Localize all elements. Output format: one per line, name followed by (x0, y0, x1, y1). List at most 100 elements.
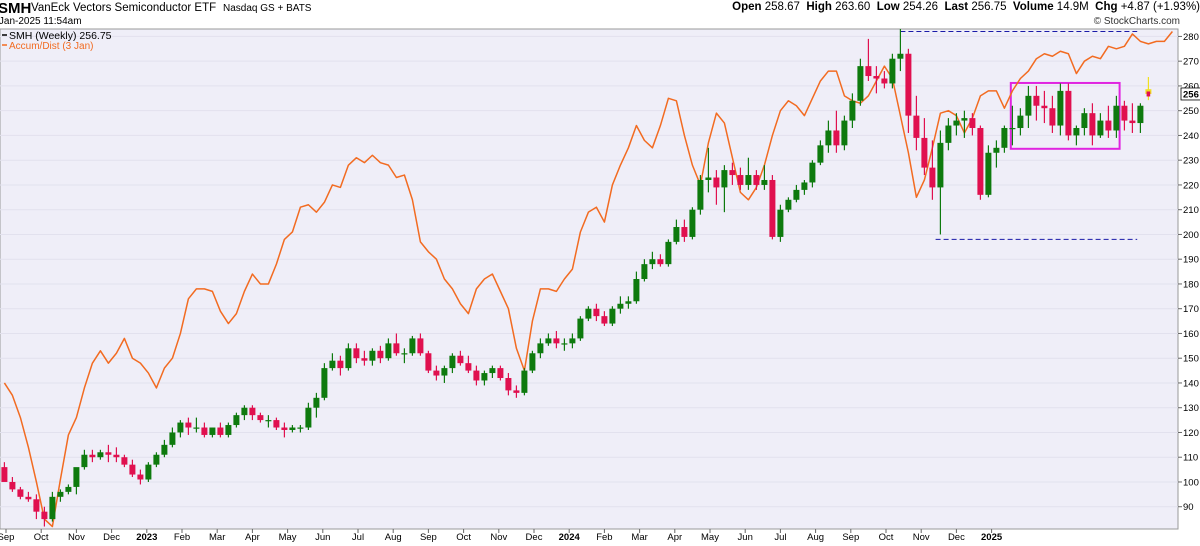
candle-body (441, 368, 448, 376)
x-tick-label: Feb (596, 532, 612, 543)
candle-body (241, 407, 248, 416)
x-tick-label: Jul (774, 532, 786, 543)
candle-body (417, 338, 424, 354)
candle-body (769, 179, 776, 237)
candle-body (449, 355, 456, 369)
candle-body (521, 370, 528, 393)
candle-body (473, 370, 480, 381)
candle-body (321, 368, 328, 398)
candle-body (81, 454, 88, 468)
candle-body (201, 427, 208, 435)
x-tick-label: Sep (420, 532, 437, 543)
candle-body (881, 78, 888, 84)
candle-body (193, 427, 200, 429)
candle-body (161, 444, 168, 455)
x-tick-label: Dec (103, 532, 120, 543)
candle-body (665, 241, 672, 265)
legend-ad: Accum/Dist (3 Jan) (9, 41, 93, 52)
candle-body (961, 118, 968, 121)
candle-body (921, 137, 928, 168)
candle-body (177, 422, 184, 433)
candle-body (809, 162, 816, 183)
candle-body (713, 177, 720, 188)
candle-body (577, 318, 584, 339)
candle-body (1033, 95, 1040, 106)
y-tick-label: 100 (1183, 477, 1199, 488)
candle-body (361, 358, 368, 361)
candle-body (673, 227, 680, 242)
candle-body (249, 407, 256, 416)
candle-body (33, 499, 40, 512)
x-tick-label: Nov (68, 532, 85, 543)
candle-body (985, 152, 992, 195)
x-tick-label: Aug (385, 532, 402, 543)
candle-up (521, 368, 528, 396)
candle-body (561, 343, 568, 345)
candle-body (953, 120, 960, 126)
candle-body (65, 486, 72, 492)
candle-body (297, 427, 304, 429)
last-price-tag-label: 256 (1183, 89, 1199, 100)
candle-body (873, 76, 880, 79)
candle-body (593, 308, 600, 317)
candle-body (145, 464, 152, 480)
candle-body (1065, 90, 1072, 136)
candle-body (257, 415, 264, 421)
x-tick-label: Nov (490, 532, 507, 543)
candle-body (1049, 108, 1056, 126)
candle-up (665, 239, 672, 267)
x-tick-label: May (279, 532, 297, 543)
candle-body (329, 360, 336, 369)
y-tick-label: 170 (1183, 304, 1199, 315)
price-chart[interactable]: 90 100 110 120 130 140 150 160 170 180 190 200 210 22… (0, 0, 1200, 546)
y-tick-label: 210 (1183, 205, 1199, 216)
y-tick-label: 250 (1183, 106, 1199, 117)
y-tick-label: 200 (1183, 230, 1199, 241)
candle-body (785, 199, 792, 210)
candle-body (457, 355, 464, 364)
candle-body (505, 378, 512, 391)
candle-body (969, 118, 976, 129)
candle-up (609, 306, 616, 327)
candle-down (977, 125, 984, 200)
x-axis: Sep Oct Nov Dec 2023 Feb Mar Apr May Jun Jul Aug Sep… (0, 529, 1003, 543)
x-tick-label: Oct (456, 532, 471, 543)
x-tick-label: Jun (315, 532, 330, 543)
candle-body (25, 496, 32, 500)
plot-background (0, 28, 1179, 530)
candle-body (281, 427, 288, 430)
candle-up (889, 53, 896, 89)
x-tick-label: Mar (631, 532, 647, 543)
candle-body (905, 53, 912, 116)
candle-body (689, 209, 696, 237)
candle-down (425, 350, 432, 374)
candle-body (817, 145, 824, 163)
x-tick-label: Jun (738, 532, 753, 543)
candle-body (313, 397, 320, 408)
candle-body (409, 338, 416, 354)
candle-up (985, 145, 992, 198)
candle-body (1137, 105, 1144, 124)
y-tick-label: 150 (1183, 354, 1199, 365)
candle-body (697, 179, 704, 210)
candle-body (481, 373, 488, 381)
candle-body (17, 489, 24, 497)
candle-body (57, 491, 64, 497)
candle-body (1089, 113, 1096, 136)
candle-body (425, 353, 432, 371)
candle-body (233, 415, 240, 426)
candle-body (537, 343, 544, 354)
candle-body (489, 368, 496, 374)
y-tick-label: 180 (1183, 279, 1199, 290)
candle-body (41, 511, 48, 520)
x-tick-label: 2023 (136, 532, 157, 543)
x-tick-label: Nov (913, 532, 930, 543)
candle-down (1065, 83, 1072, 141)
candle-body (569, 338, 576, 344)
y-tick-label: 280 (1183, 32, 1199, 43)
candle-body (273, 420, 280, 428)
candle-body (865, 66, 872, 77)
candle-body (761, 179, 768, 185)
x-tick-label: 2025 (981, 532, 1003, 543)
candle-body (633, 279, 640, 302)
